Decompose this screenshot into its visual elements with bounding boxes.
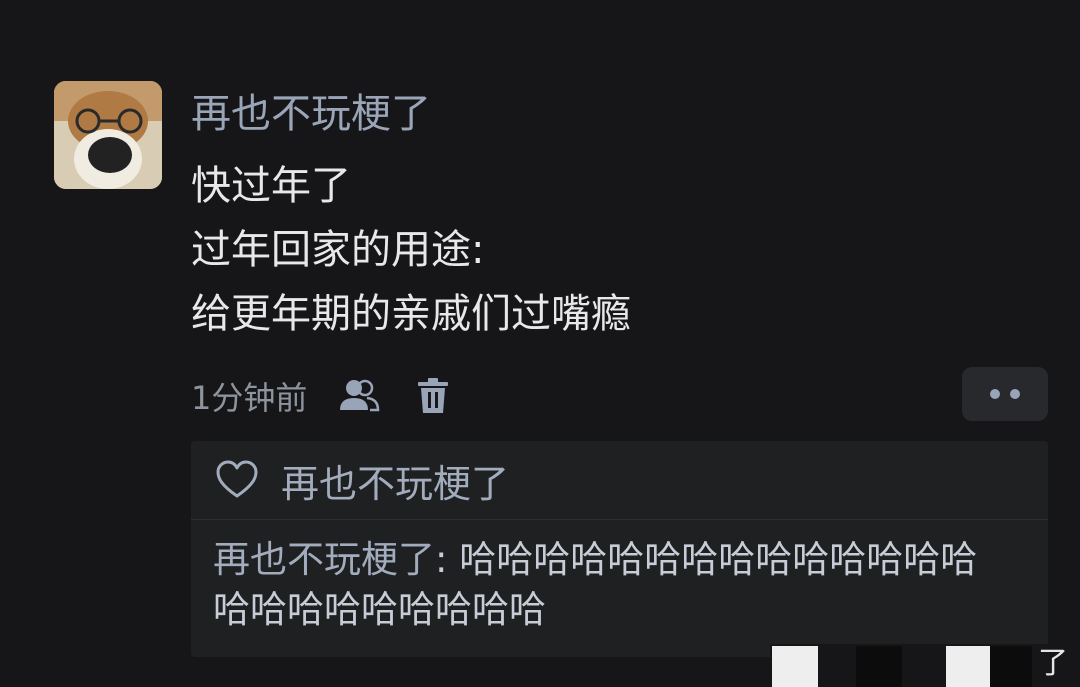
liker-name[interactable]: 再也不玩梗了 (281, 453, 509, 508)
comment-username[interactable]: 再也不玩梗了 (191, 86, 431, 142)
likes-row: 再也不玩梗了 (191, 441, 1048, 520)
comment-content: 快过年了 过年回家的用途: 给更年期的亲戚们过嘴瘾 (191, 154, 951, 346)
reply-author[interactable]: 再也不玩梗了 (213, 538, 435, 581)
comment-line: 给更年期的亲戚们过嘴瘾 (191, 291, 631, 337)
avatar[interactable] (54, 81, 162, 189)
comment-meta: 1分钟前 (191, 372, 455, 420)
heart-icon[interactable] (215, 458, 259, 502)
comment-timestamp: 1分钟前 (191, 379, 308, 417)
people-icon[interactable] (337, 374, 381, 418)
more-dots-icon[interactable] (962, 367, 1048, 421)
reply-box: 再也不玩梗了 再也不玩梗了: 哈哈哈哈哈哈哈哈哈哈哈哈哈哈哈哈哈哈哈哈哈哈哈 (191, 441, 1048, 657)
watermark: 了 (770, 644, 1080, 687)
reply-separator: : (435, 538, 460, 581)
reply-text: 再也不玩梗了: 哈哈哈哈哈哈哈哈哈哈哈哈哈哈哈哈哈哈哈哈哈哈哈 (213, 535, 1013, 635)
comment-line: 过年回家的用途: (191, 227, 485, 273)
watermark-text: 了 (1038, 646, 1068, 681)
comment-line: 快过年了 (191, 163, 351, 209)
trash-icon[interactable] (411, 374, 455, 418)
